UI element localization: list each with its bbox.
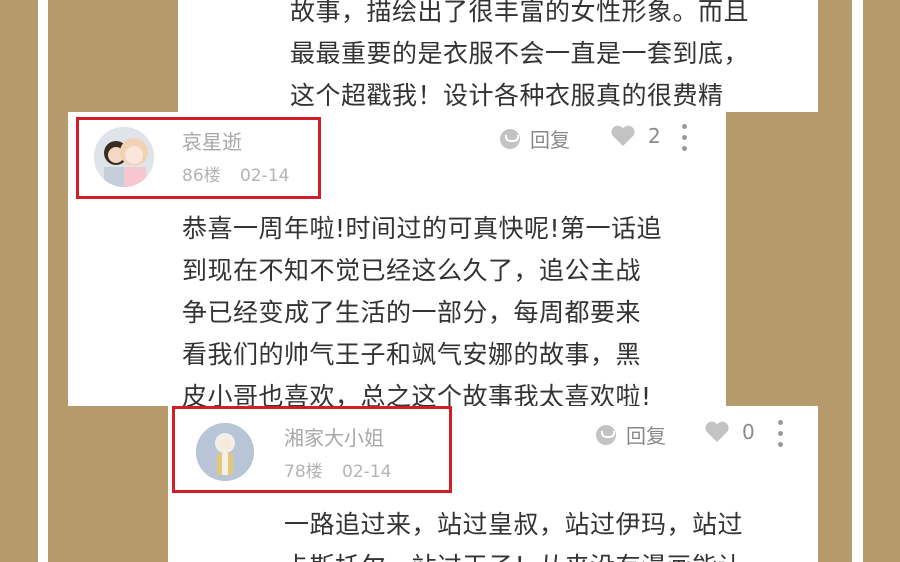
white-stripe-right (852, 0, 863, 562)
comment-line: 故事，描绘出了很丰富的女性形象。而且 (290, 0, 750, 26)
white-stripe-left (38, 0, 48, 562)
comment-text: 恭喜一周年啦!时间过的可真快呢!第一话追 到现在不知不觉已经这么久了，追公主战 … (182, 208, 662, 406)
comment-line: 争已经变成了生活的一部分，每周都要来 (182, 298, 642, 327)
comment-card-previous: 故事，描绘出了很丰富的女性形象。而且 最最重要的是衣服不会一直是一套到底， 这个… (178, 0, 818, 112)
reply-button[interactable]: 回复 (500, 124, 570, 153)
reply-icon (500, 128, 520, 149)
like-count: 0 (742, 420, 755, 444)
comment-line: 看我们的帅气王子和飒气安娜的故事，黑 (182, 340, 642, 369)
like-button[interactable]: 0 (704, 420, 755, 444)
like-button[interactable]: 2 (610, 124, 661, 148)
user-highlight-box (76, 117, 321, 199)
reply-label: 回复 (626, 424, 666, 448)
comment-line: 一路追过来，站过皇叔，站过伊玛，站过 (284, 510, 744, 539)
comment-line: 最最重要的是衣服不会一直是一套到底， (290, 39, 750, 68)
heart-icon (611, 125, 635, 146)
reply-icon (596, 424, 616, 445)
reply-button[interactable]: 回复 (596, 420, 666, 449)
more-options-icon[interactable] (682, 124, 688, 157)
more-options-icon[interactable] (778, 420, 784, 453)
comment-text: 一路追过来，站过皇叔，站过伊玛，站过 卡斯托尔，站过王子！从来没有漫画能让 (284, 504, 743, 562)
reply-label: 回复 (530, 128, 570, 152)
comment-line: 这个超戳我！设计各种衣服真的很费精 (290, 81, 724, 110)
comment-line: 卡斯托尔，站过王子！从来没有漫画能让 (284, 546, 743, 562)
like-count: 2 (648, 124, 661, 148)
comment-line: 恭喜一周年啦!时间过的可真快呢!第一话追 (182, 214, 663, 243)
heart-icon (705, 421, 729, 442)
user-highlight-box (172, 406, 452, 493)
comment-line: 皮小哥也喜欢，总之这个故事我太喜欢啦! (182, 382, 652, 406)
comment-text-previous: 故事，描绘出了很丰富的女性形象。而且 最最重要的是衣服不会一直是一套到底， 这个… (290, 0, 749, 112)
comment-line: 到现在不知不觉已经这么久了，追公主战 (182, 256, 642, 285)
